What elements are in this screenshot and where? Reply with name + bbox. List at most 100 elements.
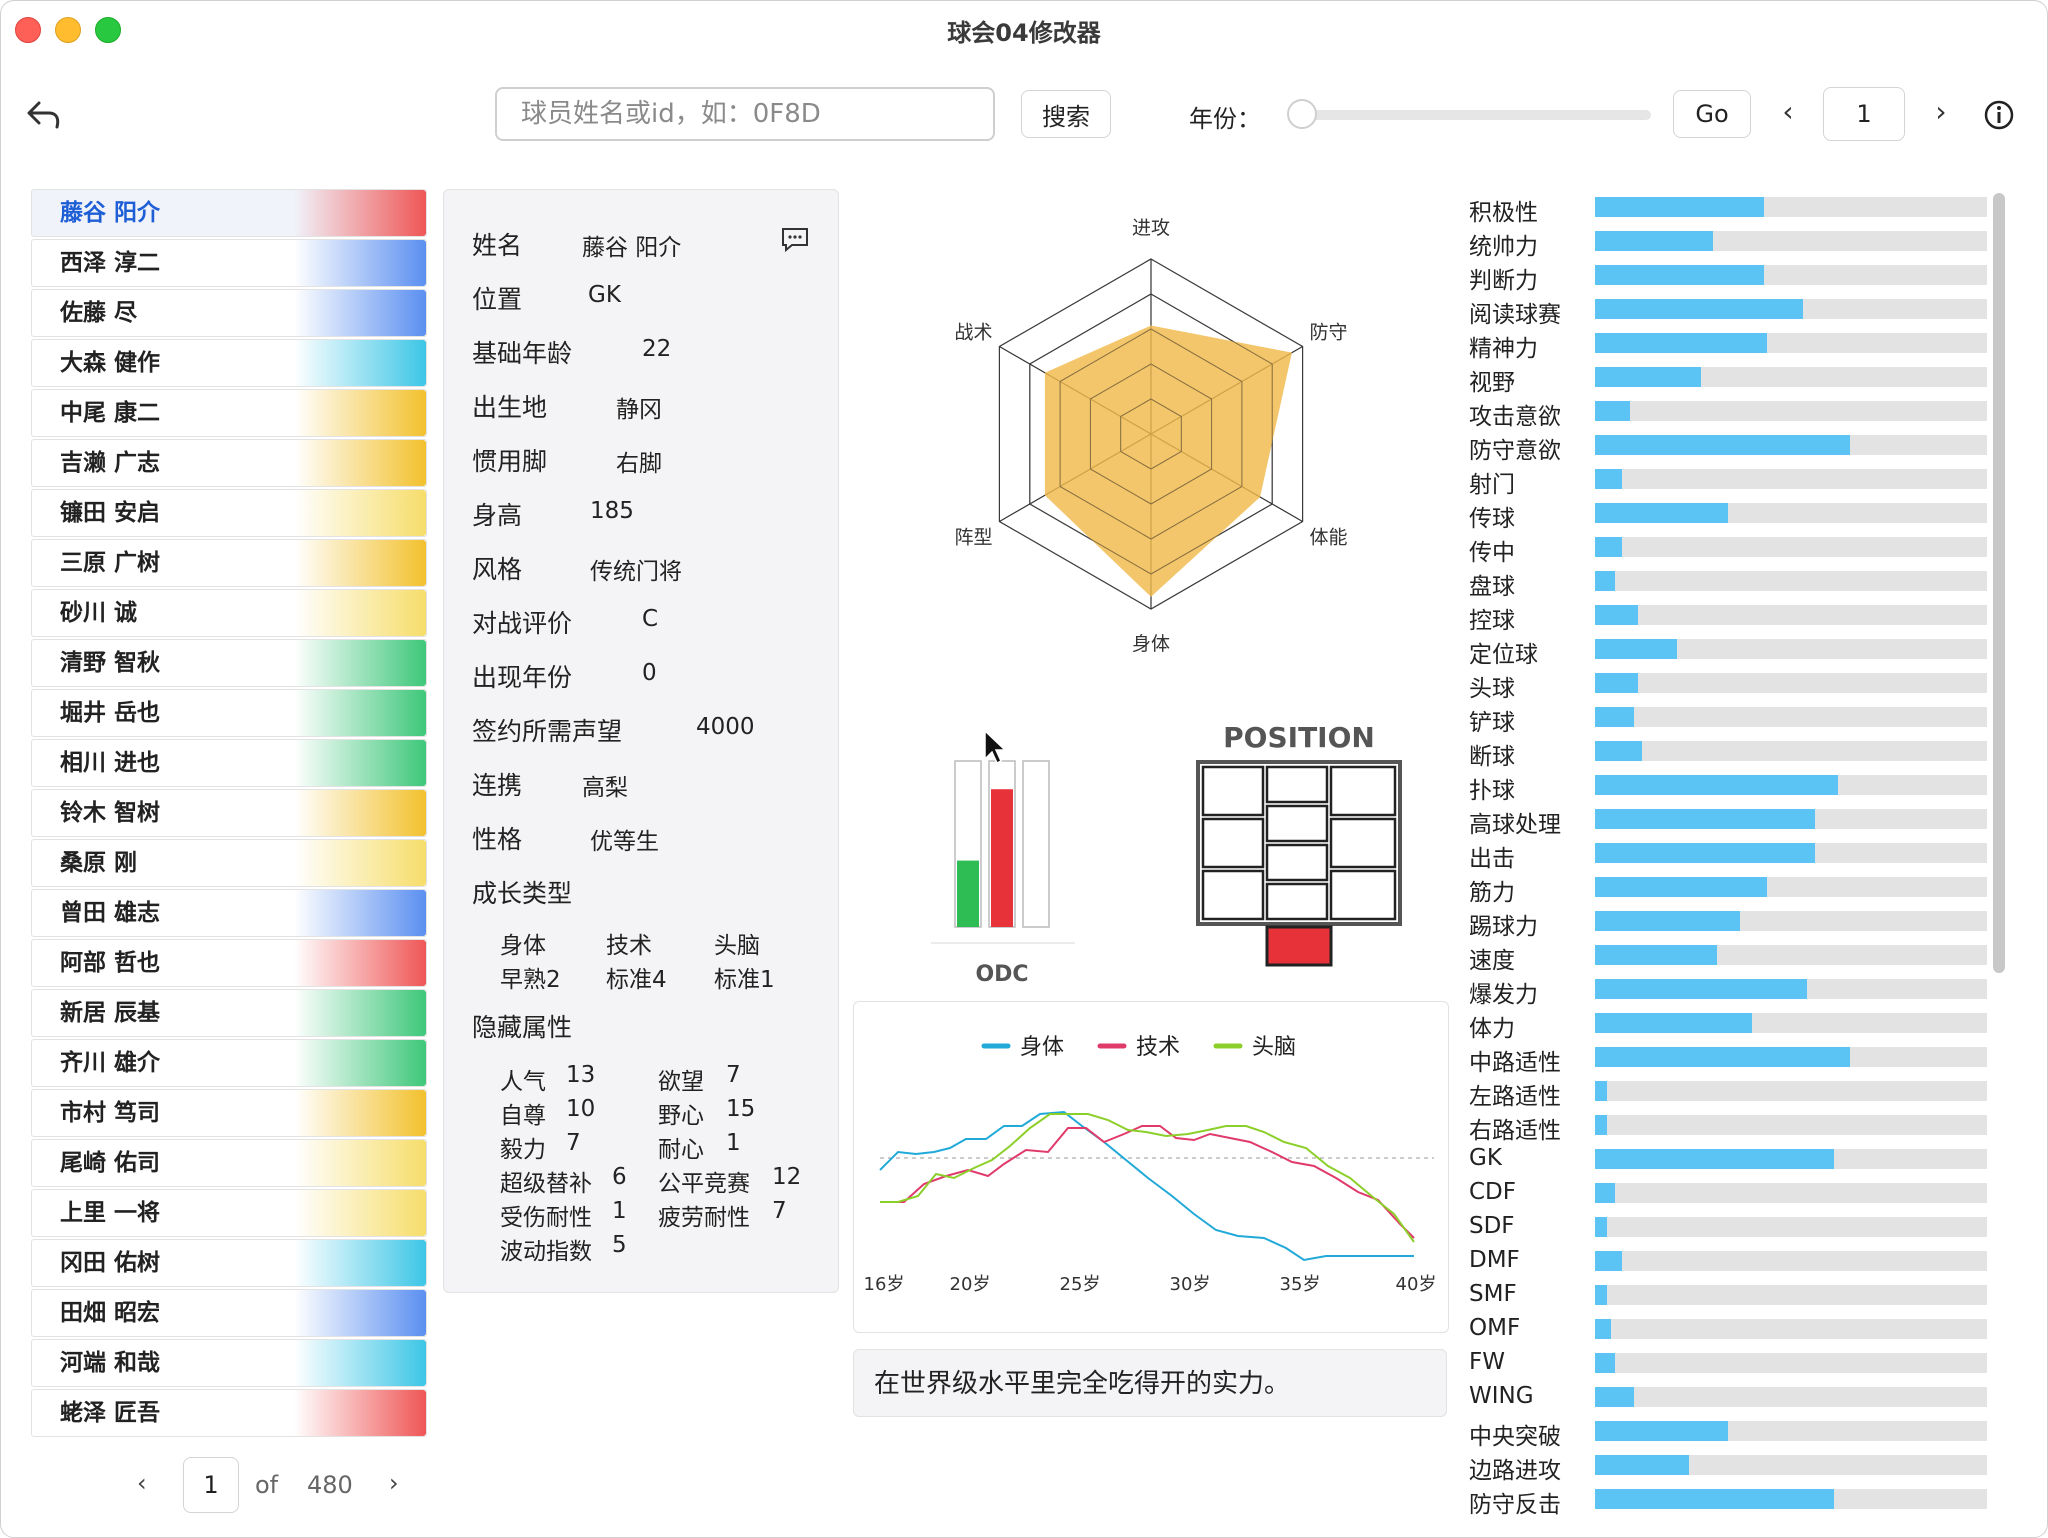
player-list-item[interactable]: 大森 健作 (31, 339, 427, 387)
player-list-item[interactable]: 蛯泽 匠吾 (31, 1389, 427, 1437)
attribute-bar-track[interactable] (1595, 1319, 1987, 1339)
player-list-item[interactable]: 齐川 雄介 (31, 1039, 427, 1087)
attribute-row: 头球 (1463, 667, 1987, 702)
pitch-cell[interactable] (1265, 882, 1329, 921)
attribute-bar-track[interactable] (1595, 1013, 1987, 1033)
player-list-item[interactable]: 堀井 岳也 (31, 689, 427, 737)
pitch-cell[interactable] (1265, 843, 1329, 882)
attribute-bar-track[interactable] (1595, 979, 1987, 999)
page-prev-button[interactable]: ‹ (1773, 95, 1803, 128)
attribute-bar-track[interactable] (1595, 1421, 1987, 1441)
page-next-button[interactable]: › (1926, 95, 1956, 128)
attribute-scrollbar[interactable] (1993, 193, 2005, 973)
player-list-item[interactable]: 桑原 刚 (31, 839, 427, 887)
pitch-cell[interactable] (1201, 817, 1265, 869)
attribute-bar-track[interactable] (1595, 945, 1987, 965)
attribute-bar-track[interactable] (1595, 1285, 1987, 1305)
attribute-bar-track[interactable] (1595, 469, 1987, 489)
attribute-bar-track[interactable] (1595, 1081, 1987, 1101)
player-list-item[interactable]: 藤谷 阳介 (31, 189, 427, 237)
attribute-bar-track[interactable] (1595, 877, 1987, 897)
go-button[interactable]: Go (1673, 90, 1751, 138)
pitch-cell[interactable] (1201, 869, 1265, 921)
goalkeeper-cell[interactable] (1265, 925, 1333, 967)
list-page-input[interactable]: 1 (183, 1457, 239, 1513)
attribute-bar-track[interactable] (1595, 1217, 1987, 1237)
attribute-bar-track[interactable] (1595, 1047, 1987, 1067)
back-arrow-icon[interactable] (25, 97, 65, 133)
player-list-item[interactable]: 清野 智秋 (31, 639, 427, 687)
attribute-bar-track[interactable] (1595, 435, 1987, 455)
player-list-item[interactable]: 阿部 哲也 (31, 939, 427, 987)
pitch-cell[interactable] (1329, 817, 1397, 869)
player-list-item[interactable]: 冈田 佑树 (31, 1239, 427, 1287)
growth-type-label: 成长类型 (472, 879, 573, 908)
attribute-bar-track[interactable] (1595, 537, 1987, 557)
player-list-item[interactable]: 佐藤 尽 (31, 289, 427, 337)
attribute-bar-track[interactable] (1595, 401, 1987, 421)
player-list-item[interactable]: 三原 广树 (31, 539, 427, 587)
attribute-bar-track[interactable] (1595, 265, 1987, 285)
player-list-item[interactable]: 市村 笃司 (31, 1089, 427, 1137)
attribute-bar-track[interactable] (1595, 809, 1987, 829)
player-list-item[interactable]: 河端 和哉 (31, 1339, 427, 1387)
player-list-item[interactable]: 尾崎 佑司 (31, 1139, 427, 1187)
attribute-bar-track[interactable] (1595, 333, 1987, 353)
player-list-item[interactable]: 上里 一将 (31, 1189, 427, 1237)
attribute-row: SMF (1463, 1279, 1987, 1313)
hidden-value: 6 (612, 1164, 627, 1190)
search-button[interactable]: 搜索 (1021, 90, 1111, 138)
pitch-cell[interactable] (1265, 804, 1329, 843)
attribute-bar-track[interactable] (1595, 197, 1987, 217)
player-search-input[interactable] (495, 87, 995, 141)
attribute-bar-track[interactable] (1595, 605, 1987, 625)
attribute-bar-track[interactable] (1595, 741, 1987, 761)
attribute-bar-track[interactable] (1595, 673, 1987, 693)
attribute-bar-track[interactable] (1595, 1251, 1987, 1271)
player-list-item[interactable]: 砂川 诚 (31, 589, 427, 637)
player-list-item[interactable]: 中尾 康二 (31, 389, 427, 437)
attribute-bar-track[interactable] (1595, 843, 1987, 863)
attribute-row: 出击 (1463, 837, 1987, 872)
attribute-bar-track[interactable] (1595, 1387, 1987, 1407)
list-next-page-button[interactable]: › (389, 1469, 399, 1497)
attribute-bar-track[interactable] (1595, 911, 1987, 931)
player-list-item[interactable]: 相川 进也 (31, 739, 427, 787)
hidden-value: 7 (726, 1062, 741, 1088)
attribute-bar-track[interactable] (1595, 1353, 1987, 1373)
attribute-bar-track[interactable] (1595, 367, 1987, 387)
attribute-label: 盘球 (1469, 574, 1515, 600)
attribute-bar-track[interactable] (1595, 1183, 1987, 1203)
player-list-item[interactable]: 吉濑 广志 (31, 439, 427, 487)
attribute-bar-track[interactable] (1595, 707, 1987, 727)
attribute-bar-track[interactable] (1595, 503, 1987, 523)
attribute-bar-track[interactable] (1595, 231, 1987, 251)
attribute-bar-track[interactable] (1595, 1455, 1987, 1475)
attribute-bar-track[interactable] (1595, 1115, 1987, 1135)
info-icon[interactable] (1983, 99, 2015, 131)
pitch-cell[interactable] (1329, 765, 1397, 817)
page-number-input[interactable]: 1 (1823, 87, 1905, 141)
player-list-item[interactable]: 曾田 雄志 (31, 889, 427, 937)
year-slider-thumb[interactable] (1287, 99, 1317, 129)
pitch-cell[interactable] (1201, 765, 1265, 817)
pitch-cell[interactable] (1265, 765, 1329, 804)
player-name: 上里 一将 (60, 1200, 161, 1226)
attribute-bar-track[interactable] (1595, 1489, 1987, 1509)
player-list-item[interactable]: 镰田 安启 (31, 489, 427, 537)
player-list-item[interactable]: 西泽 淳二 (31, 239, 427, 287)
player-name: 蛯泽 匠吾 (60, 1400, 161, 1426)
attribute-bar-track[interactable] (1595, 571, 1987, 591)
attribute-label: 左路适性 (1469, 1084, 1561, 1110)
attribute-bar-track[interactable] (1595, 639, 1987, 659)
list-prev-page-button[interactable]: ‹ (137, 1469, 147, 1497)
player-list-item[interactable]: 田畑 昭宏 (31, 1289, 427, 1337)
comment-icon[interactable] (780, 226, 810, 252)
pitch-cell[interactable] (1329, 869, 1397, 921)
attribute-bar-track[interactable] (1595, 1149, 1987, 1169)
player-list-item[interactable]: 铃木 智树 (31, 789, 427, 837)
year-slider-track[interactable] (1301, 110, 1651, 120)
attribute-bar-track[interactable] (1595, 299, 1987, 319)
attribute-bar-track[interactable] (1595, 775, 1987, 795)
player-list-item[interactable]: 新居 辰基 (31, 989, 427, 1037)
